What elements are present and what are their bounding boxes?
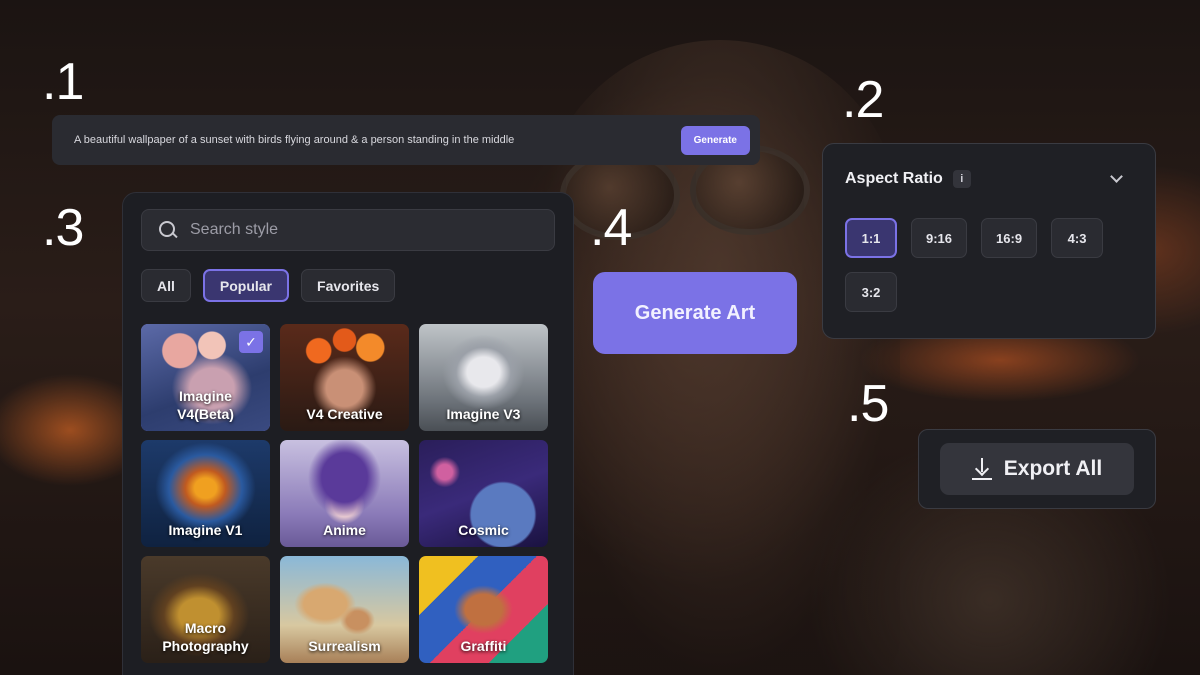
style-panel: All Popular Favorites ✓ Imagine V4(Beta)…: [122, 192, 574, 675]
style-card-macro-photography[interactable]: Macro Photography: [141, 556, 270, 663]
style-card-imagine-v3[interactable]: Imagine V3: [419, 324, 548, 431]
filter-chips: All Popular Favorites: [141, 269, 555, 302]
style-label: V4 Creative: [306, 406, 383, 422]
ratio-1-1[interactable]: 1:1: [845, 218, 897, 258]
info-icon[interactable]: i: [952, 170, 971, 188]
filter-all[interactable]: All: [141, 269, 191, 302]
prompt-text[interactable]: A beautiful wallpaper of a sunset with b…: [74, 134, 514, 146]
export-all-button[interactable]: Export All: [940, 443, 1134, 495]
filter-popular[interactable]: Popular: [202, 269, 290, 302]
aspect-ratio-title-text: Aspect Ratio: [845, 170, 943, 187]
style-card-anime[interactable]: Anime: [280, 440, 409, 547]
search-icon: [158, 220, 178, 240]
filter-favorites[interactable]: Favorites: [301, 269, 396, 302]
style-label: Anime: [323, 522, 366, 538]
style-label: Graffiti: [460, 638, 507, 654]
step-number-1: .1: [42, 53, 84, 111]
style-card-v4-creative[interactable]: V4 Creative: [280, 324, 409, 431]
style-label: Imagine V3: [446, 406, 521, 422]
ratio-16-9[interactable]: 16:9: [981, 218, 1038, 258]
step-number-2: .2: [842, 71, 884, 129]
selected-check-icon: ✓: [239, 331, 263, 353]
style-label: Imagine V4(Beta): [177, 388, 234, 422]
search-box[interactable]: [141, 209, 555, 251]
ratio-9-16[interactable]: 9:16: [911, 218, 968, 258]
step-number-4: .4: [590, 199, 632, 257]
aspect-ratio-title: Aspect Ratio i: [845, 170, 971, 188]
style-label: Cosmic: [458, 522, 509, 538]
style-card-cosmic[interactable]: Cosmic: [419, 440, 548, 547]
style-card-surrealism[interactable]: Surrealism: [280, 556, 409, 663]
style-card-imagine-v4-beta[interactable]: ✓ Imagine V4(Beta): [141, 324, 270, 431]
chevron-down-icon[interactable]: [1110, 170, 1123, 183]
generate-button[interactable]: Generate: [680, 125, 750, 155]
style-label: Macro Photography: [162, 620, 249, 654]
aspect-ratio-options: 1:1 9:16 16:9 4:3 3:2: [845, 218, 1125, 312]
step-number-5: .5: [847, 375, 889, 433]
style-label: Surrealism: [308, 638, 381, 654]
ratio-4-3[interactable]: 4:3: [1051, 218, 1104, 258]
step-number-3: .3: [42, 199, 84, 257]
style-grid: ✓ Imagine V4(Beta) V4 Creative Imagine V…: [141, 324, 555, 663]
download-icon: [971, 458, 992, 480]
prompt-bar[interactable]: A beautiful wallpaper of a sunset with b…: [52, 115, 760, 165]
ratio-3-2[interactable]: 3:2: [845, 272, 897, 312]
search-input[interactable]: [190, 221, 538, 239]
style-card-imagine-v1[interactable]: Imagine V1: [141, 440, 270, 547]
style-card-graffiti[interactable]: Graffiti: [419, 556, 548, 663]
export-panel: Export All: [918, 429, 1156, 509]
export-all-label: Export All: [1003, 457, 1103, 480]
aspect-ratio-panel: Aspect Ratio i 1:1 9:16 16:9 4:3 3:2: [822, 143, 1156, 339]
generate-art-button[interactable]: Generate Art: [593, 272, 797, 354]
aspect-ratio-header[interactable]: Aspect Ratio i: [845, 170, 1133, 188]
style-label: Imagine V1: [168, 522, 243, 538]
